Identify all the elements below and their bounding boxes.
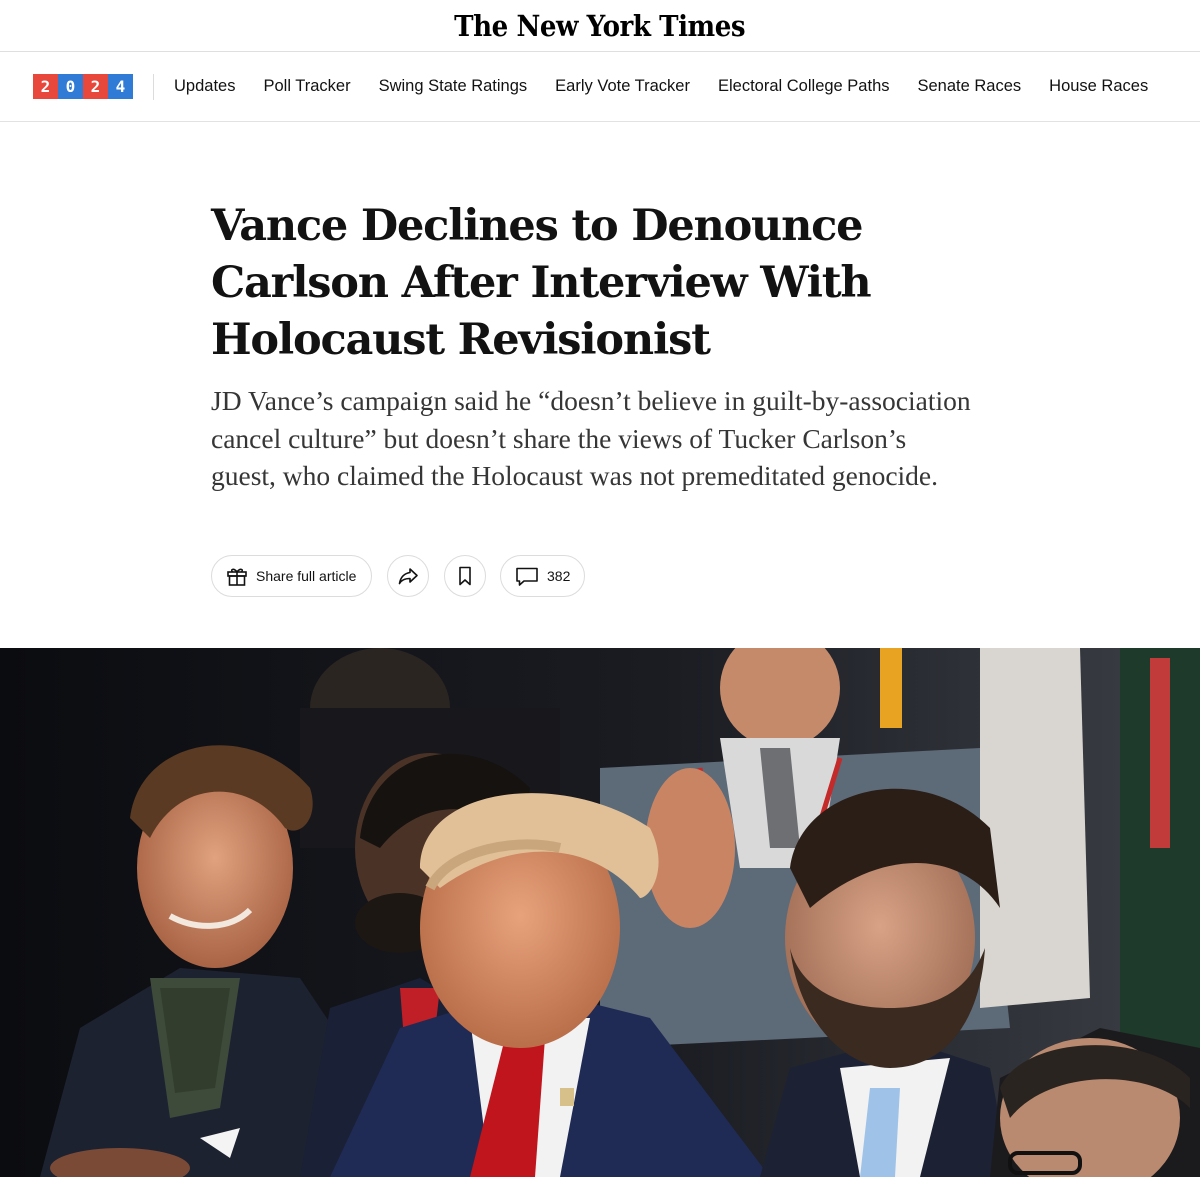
year-digit: 2: [83, 74, 108, 99]
lead-photo-image: [0, 648, 1200, 1177]
year-digit: 0: [58, 74, 83, 99]
save-button[interactable]: [444, 555, 486, 597]
article-headline: Vance Declines to Denounce Carlson After…: [211, 201, 872, 365]
nav-link-house-races[interactable]: House Races: [1049, 77, 1148, 96]
nav-links: Updates Poll Tracker Swing State Ratings…: [174, 77, 1176, 96]
share-arrow-icon: [396, 564, 420, 588]
nav-link-updates[interactable]: Updates: [174, 77, 235, 96]
nyt-logo[interactable]: The New York Times: [455, 9, 746, 43]
share-full-article-button[interactable]: Share full article: [211, 555, 372, 597]
nav-link-electoral-college-paths[interactable]: Electoral College Paths: [718, 77, 890, 96]
comment-bubble-icon: [514, 564, 540, 588]
nav-link-early-vote-tracker[interactable]: Early Vote Tracker: [555, 77, 690, 96]
nav-link-senate-races[interactable]: Senate Races: [918, 77, 1022, 96]
masthead: The New York Times: [0, 0, 1200, 52]
nav-link-swing-state-ratings[interactable]: Swing State Ratings: [379, 77, 528, 96]
nav-divider: [153, 73, 154, 100]
comments-button[interactable]: 382: [500, 555, 585, 597]
year-digit: 4: [108, 74, 133, 99]
article-actions: Share full article 382: [211, 555, 585, 597]
comments-count: 382: [547, 568, 571, 584]
bookmark-icon: [453, 564, 477, 588]
share-button[interactable]: [387, 555, 429, 597]
share-full-article-label: Share full article: [256, 568, 357, 584]
election-nav: 2 0 2 4 Updates Poll Tracker Swing State…: [0, 52, 1200, 122]
lead-photo[interactable]: [0, 648, 1200, 1177]
year-digit: 2: [33, 74, 58, 99]
election-2024-badge[interactable]: 2 0 2 4: [33, 74, 133, 99]
gift-icon: [225, 564, 249, 588]
nav-link-poll-tracker[interactable]: Poll Tracker: [263, 77, 350, 96]
article-summary: JD Vance’s campaign said he “doesn’t bel…: [211, 385, 971, 491]
